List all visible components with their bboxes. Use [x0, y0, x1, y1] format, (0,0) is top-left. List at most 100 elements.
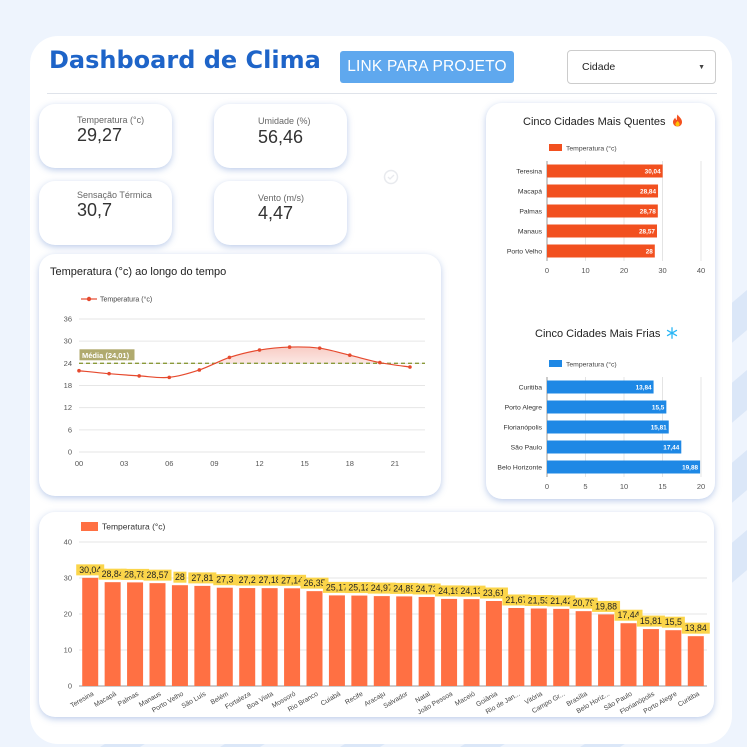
bar [82, 577, 99, 686]
bar [396, 596, 413, 686]
bar [373, 596, 390, 686]
category-label: São Paulo [511, 445, 543, 452]
data-label: 24,13 [460, 586, 482, 596]
category-label: Cuiabá [320, 691, 342, 708]
x-tick-label: 0 [545, 266, 549, 275]
data-point [257, 348, 262, 352]
x-tick-label: 10 [581, 266, 589, 275]
legend-marker [86, 296, 92, 302]
category-label: Salvador [382, 690, 409, 710]
x-tick-label: 12 [255, 459, 263, 468]
bar [261, 588, 278, 686]
data-label: 20,79 [573, 598, 595, 608]
x-tick-label: 00 [75, 459, 83, 468]
data-label: 28,78 [124, 569, 146, 579]
data-label: 24,89 [393, 583, 415, 593]
page-title: Dashboard de Clima [49, 46, 321, 74]
y-tick-label: 24 [64, 359, 72, 368]
bar [665, 630, 682, 686]
kpi-card-wind: Vento (m/s) 4,47 [214, 181, 347, 245]
data-label: 27,81 [191, 573, 213, 583]
y-tick-label: 40 [64, 538, 72, 547]
bar [508, 607, 525, 686]
bar [216, 587, 233, 686]
time-series-title: Temperatura (°c) ao longo do tempo [50, 266, 227, 278]
data-point [347, 353, 352, 358]
category-label: São Luís [181, 690, 208, 710]
data-label: 13,84 [685, 623, 707, 633]
bar [127, 582, 144, 686]
category-label: Palmas [117, 690, 141, 708]
kpi-value: 4,47 [258, 203, 294, 223]
data-label: 28,84 [640, 189, 656, 196]
bar [104, 582, 121, 686]
coldest-title-text: Cinco Cidades Mais Frias [535, 328, 661, 340]
x-tick-label: 18 [346, 459, 354, 468]
data-point [167, 375, 172, 380]
category-label: Macapá [93, 691, 118, 709]
x-tick-label: 20 [697, 482, 705, 491]
kpi-label: Vento (m/s) [258, 193, 305, 203]
data-label: 25,12 [348, 583, 370, 593]
data-point [137, 374, 141, 378]
kpi-card-feels-like: Sensação Térmica 30,7 [39, 181, 172, 245]
category-label: Manaus [518, 229, 543, 236]
data-label: 19,88 [595, 601, 617, 611]
data-label: 13,84 [636, 385, 652, 392]
legend-swatch [549, 360, 562, 367]
city-select[interactable]: Cidade ▼ [567, 50, 716, 84]
y-tick-label: 0 [68, 448, 72, 457]
data-point [378, 360, 382, 365]
category-label: Belo Horizonte [497, 465, 542, 472]
average-label: Média (24,01) [82, 351, 130, 360]
data-label: 28,78 [640, 209, 656, 216]
legend-label: Temperatura (°c) [566, 361, 617, 369]
kpi-label: Umidade (%) [258, 116, 311, 126]
legend-label: Temperatura (°c) [100, 296, 152, 304]
bar [547, 460, 701, 474]
data-label: 28,57 [639, 229, 655, 236]
fire-icon [672, 114, 682, 127]
data-label: 28 [175, 572, 185, 582]
bar [306, 591, 323, 686]
x-tick-label: 15 [658, 482, 666, 491]
hottest-title: Cinco Cidades Mais Quentes [523, 114, 683, 128]
kpi-card-humidity: Umidade (%) 56,46 [214, 104, 347, 168]
category-label: Porto Velho [507, 249, 542, 256]
bar [642, 629, 659, 686]
x-tick-label: 20 [620, 266, 628, 275]
coldest-cities-chart: Temperatura (°c) 0 5 10 15 20 Curitiba 13,84 Por… [497, 360, 705, 491]
x-tick-label: 09 [210, 459, 218, 468]
x-tick-label: 40 [697, 266, 705, 275]
kpi-card-temperature: Temperatura (°c) 29,27 [39, 104, 172, 168]
x-tick-label: 0 [545, 482, 549, 491]
bar [547, 400, 667, 414]
y-tick-label: 18 [64, 381, 72, 390]
hottest-title-text: Cinco Cidades Mais Quentes [523, 116, 666, 128]
data-label: 19,88 [682, 465, 698, 472]
category-label: Maceió [454, 691, 477, 708]
project-link-button[interactable]: LINK PARA PROJETO [340, 51, 514, 83]
category-label: Teresina [516, 169, 542, 176]
data-label: 21,67 [505, 595, 527, 605]
bar [485, 601, 502, 686]
loading-spinner-icon [383, 169, 399, 185]
category-label: Porto Alegre [505, 405, 543, 412]
chevron-down-icon: ▼ [698, 63, 705, 71]
x-tick-label: 03 [120, 459, 128, 468]
y-tick-label: 10 [64, 646, 72, 655]
data-label: 24,73 [416, 584, 438, 594]
category-label: Recife [344, 691, 364, 707]
bar [598, 614, 615, 686]
x-tick-label: 15 [300, 459, 308, 468]
data-label: 21,53 [528, 595, 550, 605]
bar [194, 585, 211, 686]
bar [575, 611, 592, 686]
x-tick-label: 5 [583, 482, 587, 491]
data-label: 30,04 [645, 169, 661, 176]
legend-swatch [549, 144, 562, 151]
data-point [317, 346, 322, 350]
data-label: 21,42 [550, 596, 572, 606]
bar [620, 623, 637, 686]
bar [328, 595, 345, 686]
